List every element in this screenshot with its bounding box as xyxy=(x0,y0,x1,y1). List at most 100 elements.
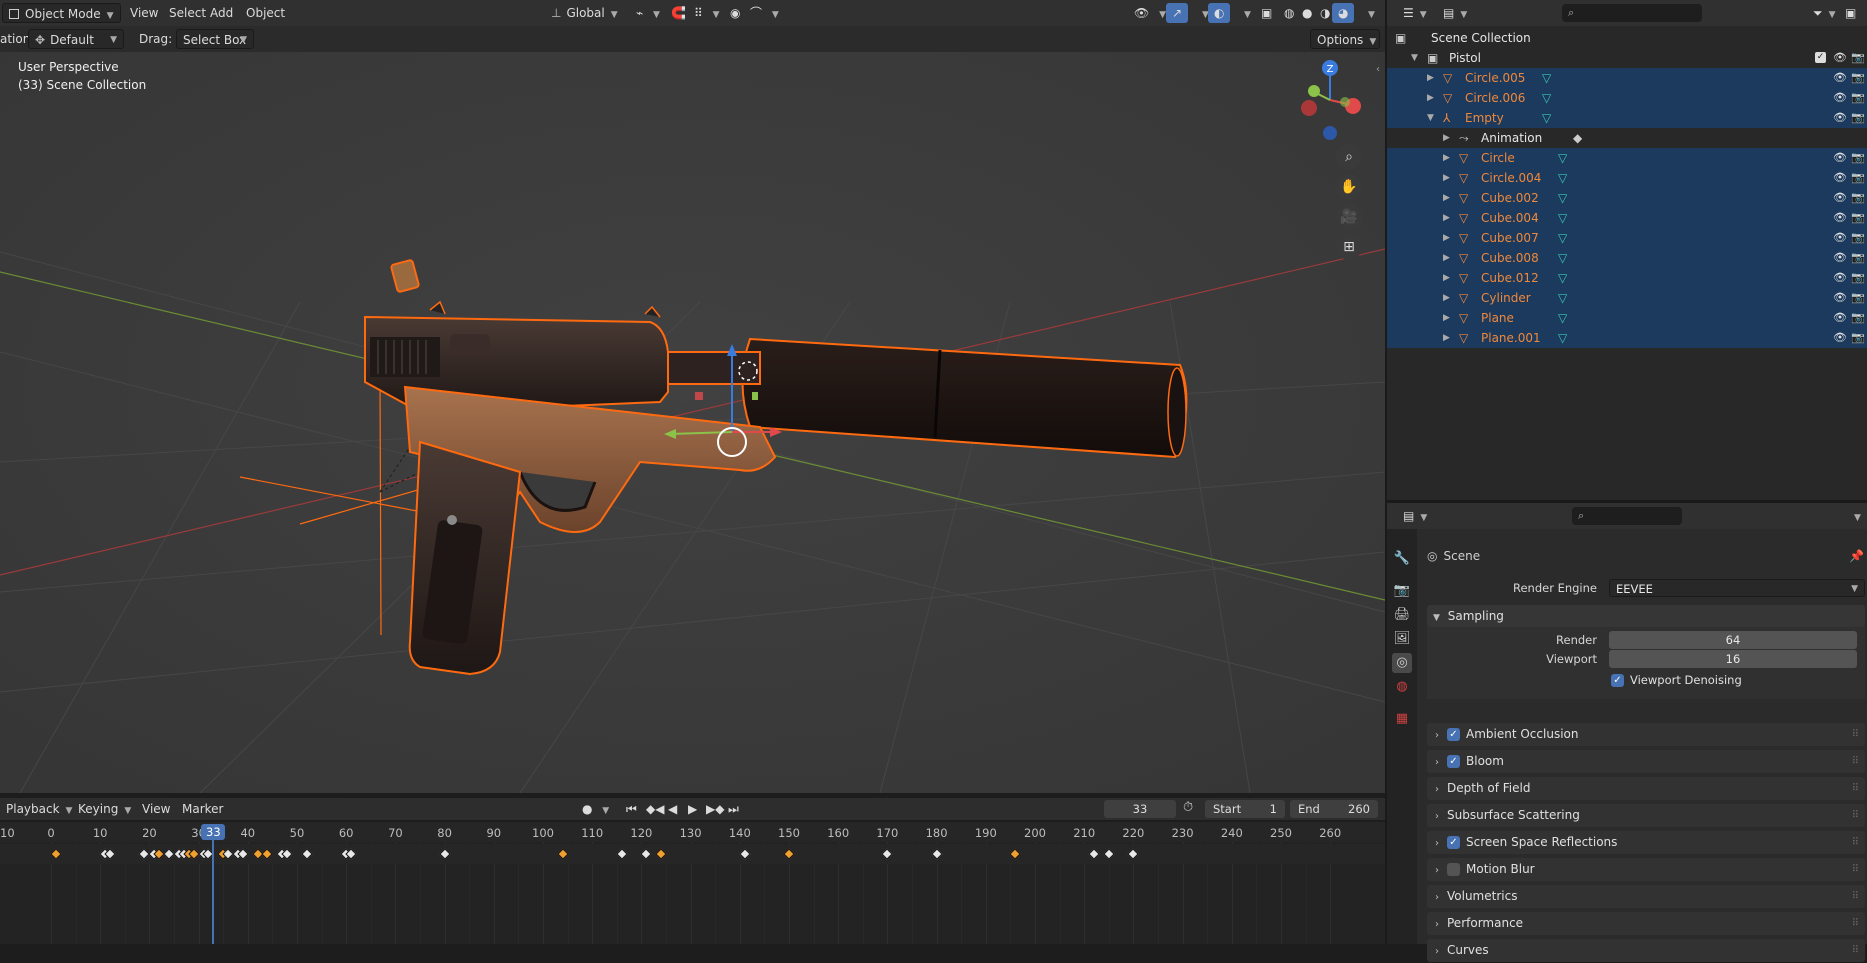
pan-hand-icon[interactable]: ✋ xyxy=(1336,174,1362,200)
camera-render-icon[interactable]: 📷 xyxy=(1851,208,1865,228)
camera-render-icon[interactable]: 📷 xyxy=(1851,168,1865,188)
expand-arrow-icon[interactable]: ▶ xyxy=(1443,328,1450,348)
panel-header[interactable]: › Performance ⠿ xyxy=(1427,912,1865,935)
timeline-keyframes[interactable] xyxy=(0,842,1385,944)
panel-header[interactable]: › Curves ⠿ xyxy=(1427,939,1865,962)
eye-icon[interactable]: 👁 xyxy=(1833,148,1847,168)
snap-target-icon[interactable]: ⠿ ▼ xyxy=(688,3,726,23)
expand-arrow-icon[interactable]: ▶ xyxy=(1427,68,1434,88)
camera-render-icon[interactable]: 📷 xyxy=(1851,228,1865,248)
outliner-row[interactable]: ▼ ⅄ Empty ▽ 👁 📷 xyxy=(1387,108,1867,128)
eye-icon[interactable]: 👁 xyxy=(1833,208,1847,228)
overlays-dropdown-icon[interactable]: ▼ xyxy=(1232,3,1257,23)
orientation-dropdown[interactable]: ✥ Default ▼ xyxy=(28,29,124,49)
outliner-row[interactable]: ▶ ⤳ Animation ◆ xyxy=(1387,128,1867,148)
outliner-row[interactable]: ▶ ▽ Plane.001 ▽ 👁 📷 xyxy=(1387,328,1867,348)
outliner-row[interactable]: ▶ ▽ Plane ▽ 👁 📷 xyxy=(1387,308,1867,328)
expand-arrow-icon[interactable]: ▶ xyxy=(1443,128,1450,148)
drag-handle-icon[interactable]: ⠿ xyxy=(1852,804,1859,827)
eye-icon[interactable]: 👁 xyxy=(1833,248,1847,268)
drag-handle-icon[interactable]: ⠿ xyxy=(1852,750,1859,773)
panel-checkbox[interactable]: ✓ xyxy=(1447,728,1460,741)
exclude-checkbox[interactable]: ✓ xyxy=(1815,52,1826,63)
current-frame-field[interactable]: 33 xyxy=(1104,800,1176,818)
navigation-gizmo[interactable]: Z xyxy=(1290,58,1370,148)
options-chevron-icon[interactable]: ▼ xyxy=(1842,506,1867,526)
filter-icon[interactable]: ⏷ ▼ xyxy=(1807,3,1842,23)
panel-checkbox[interactable]: ✓ xyxy=(1447,755,1460,768)
zoom-icon[interactable]: ⌕ xyxy=(1336,144,1362,170)
outliner-row[interactable]: ▶ ▽ Cube.012 ▽ 👁 📷 xyxy=(1387,268,1867,288)
viewport-denoising-checkbox[interactable]: ✓ Viewport Denoising xyxy=(1611,673,1742,687)
camera-render-icon[interactable]: 📷 xyxy=(1851,68,1865,88)
expand-arrow-icon[interactable]: ▼ xyxy=(1427,108,1434,128)
scene-tab-icon[interactable]: ◎ xyxy=(1392,653,1412,673)
playback-menu[interactable]: Playback ▼ xyxy=(0,799,78,819)
panel-checkbox[interactable] xyxy=(1447,863,1460,876)
shading-dropdown-icon[interactable]: ▼ xyxy=(1356,3,1381,23)
expand-arrow-icon[interactable]: ▶ xyxy=(1443,208,1450,228)
eye-icon[interactable]: 👁 xyxy=(1833,188,1847,208)
expand-arrow-icon[interactable]: ▶ xyxy=(1443,308,1450,328)
camera-render-icon[interactable]: 📷 xyxy=(1851,308,1865,328)
panel-header[interactable]: › Volumetrics ⠿ xyxy=(1427,885,1865,908)
expand-arrow-icon[interactable]: ▶ xyxy=(1443,228,1450,248)
outliner-row[interactable]: ▶ ▽ Circle ▽ 👁 📷 xyxy=(1387,148,1867,168)
viewport-samples-field[interactable]: 16 xyxy=(1609,650,1857,668)
outliner-row[interactable]: ▶ ▽ Cube.007 ▽ 👁 📷 xyxy=(1387,228,1867,248)
panel-checkbox[interactable]: ✓ xyxy=(1447,836,1460,849)
drag-handle-icon[interactable]: ⠿ xyxy=(1852,723,1859,746)
panel-header[interactable]: › Motion Blur ⠿ xyxy=(1427,858,1865,881)
gizmo-toggle-icon[interactable]: ↗ xyxy=(1166,3,1189,23)
perspective-toggle-icon[interactable]: ⊞ xyxy=(1336,234,1362,260)
expand-arrow-icon[interactable]: ▶ xyxy=(1443,268,1450,288)
texture-tab-icon[interactable]: ▦ xyxy=(1392,709,1412,729)
expand-arrow-icon[interactable]: ▶ xyxy=(1427,88,1434,108)
outliner-row-scene-collection[interactable]: ▣ Scene Collection xyxy=(1387,28,1867,48)
camera-render-icon[interactable]: 📷 xyxy=(1851,88,1865,108)
camera-render-icon[interactable]: 📷 xyxy=(1851,288,1865,308)
panel-header[interactable]: › Subsurface Scattering ⠿ xyxy=(1427,804,1865,827)
pivot-point-icon[interactable]: ⌁ ▼ xyxy=(630,3,666,23)
panel-header[interactable]: › ✓ Ambient Occlusion ⠿ xyxy=(1427,723,1865,746)
camera-render-icon[interactable]: 📷 xyxy=(1851,108,1865,128)
eye-icon[interactable]: 👁 xyxy=(1833,308,1847,328)
barrel[interactable] xyxy=(659,351,761,385)
panel-header[interactable]: › ✓ Bloom ⠿ xyxy=(1427,750,1865,773)
outliner-row[interactable]: ▶ ▽ Circle.006 ▽ 👁 📷 xyxy=(1387,88,1867,108)
eye-icon[interactable]: 👁 xyxy=(1833,228,1847,248)
drag-handle-icon[interactable]: ⠿ xyxy=(1852,912,1859,935)
options-dropdown[interactable]: Options ▼ xyxy=(1310,29,1380,49)
3d-viewport[interactable]: User Perspective (33) Scene Collection Z… xyxy=(0,52,1385,793)
playhead-frame-badge[interactable]: 33 xyxy=(201,824,226,840)
expand-arrow-icon[interactable]: ▶ xyxy=(1443,288,1450,308)
expand-arrow-icon[interactable]: ▶ xyxy=(1443,168,1450,188)
menu-object[interactable]: Object xyxy=(240,3,291,23)
camera-render-icon[interactable]: 📷 xyxy=(1851,148,1865,168)
expand-arrow-icon[interactable]: ▼ xyxy=(1411,48,1418,68)
auto-keying-icon[interactable]: ● ▼ xyxy=(576,799,615,819)
outliner-row[interactable]: ▶ ▽ Cube.004 ▽ 👁 📷 xyxy=(1387,208,1867,228)
drag-handle-icon[interactable]: ⠿ xyxy=(1852,858,1859,881)
eye-icon[interactable]: 👁 xyxy=(1833,108,1847,128)
outliner-row[interactable]: ▶ ▽ Cube.008 ▽ 👁 📷 xyxy=(1387,248,1867,268)
render-engine-dropdown[interactable]: EEVEE ▼ xyxy=(1609,579,1865,597)
stopwatch-icon[interactable]: ⏱ xyxy=(1183,800,1193,815)
playhead-line[interactable] xyxy=(212,840,215,944)
drag-handle-icon[interactable]: ⠿ xyxy=(1852,885,1859,908)
eye-icon[interactable]: 👁 xyxy=(1833,88,1847,108)
camera-render-icon[interactable]: 📷 xyxy=(1851,248,1865,268)
outliner-search-input[interactable]: ⌕ xyxy=(1562,4,1702,22)
output-tab-icon[interactable]: 🖨 xyxy=(1392,605,1412,625)
drag-dropdown[interactable]: Select Box ▼ xyxy=(176,29,254,49)
falloff-icon[interactable]: ⌒ ▼ xyxy=(744,3,785,23)
editor-type-icon[interactable]: ☰ ▼ xyxy=(1397,3,1433,23)
overlays-icon[interactable]: ◐ xyxy=(1208,3,1231,23)
menu-view[interactable]: View xyxy=(124,3,164,23)
eye-icon[interactable]: 👁 xyxy=(1833,168,1847,188)
expand-arrow-icon[interactable]: ▶ xyxy=(1443,188,1450,208)
view-layer-tab-icon[interactable]: 🖼 xyxy=(1392,629,1412,649)
eye-icon[interactable]: 👁 xyxy=(1833,288,1847,308)
outliner-row-pistol[interactable]: ▼ ▣ Pistol ✓ 👁 📷 xyxy=(1387,48,1867,68)
outliner-row[interactable]: ▶ ▽ Cylinder ▽ 👁 📷 xyxy=(1387,288,1867,308)
